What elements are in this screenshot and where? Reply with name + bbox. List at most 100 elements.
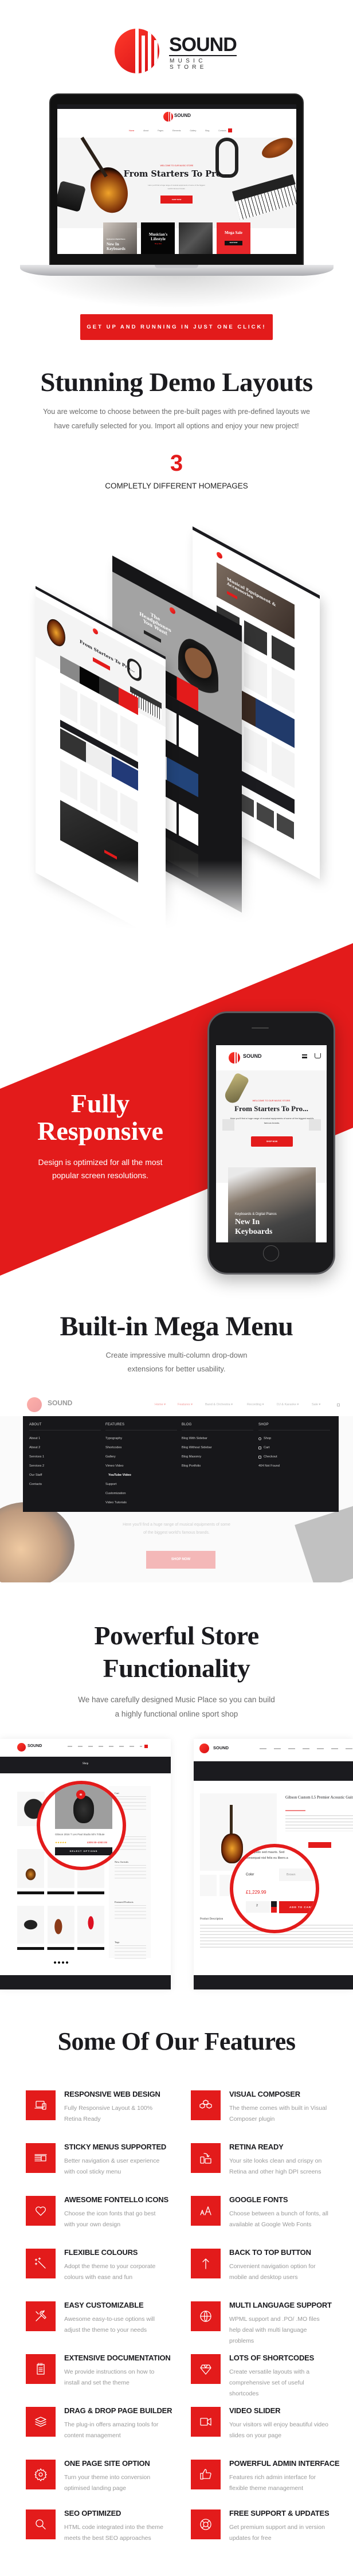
- get-started-button[interactable]: GET UP AND RUNNING IN JUST ONE CLICK!: [80, 314, 273, 340]
- hero-banner: WELCOME TO OUR MUSIC STORE From Starters…: [57, 134, 296, 228]
- mega-nav-item[interactable]: Home ▾: [155, 1403, 166, 1406]
- sidebar-widget-title: Featured Products: [115, 1901, 134, 1903]
- mega-menu-item[interactable]: Shortcodes: [105, 1446, 121, 1449]
- mega-menu-dropdown: ABOUT About 1 About 2 Services 1 Services 2 O…: [23, 1416, 339, 1512]
- mega-menu-item[interactable]: 404 Not Found: [258, 1464, 280, 1468]
- tile-musicians-lifestyle[interactable]: Musician's Lifestyle Shop Now: [141, 222, 175, 254]
- checkout-icon: [258, 1456, 261, 1459]
- nav-item[interactable]: Gallery: [190, 130, 196, 132]
- notepad-icon: [26, 2354, 56, 2384]
- feature-title: BACK TO TOP BUTTON: [229, 2248, 311, 2257]
- phone-shop-now-button[interactable]: SHOP NOW: [251, 1136, 293, 1147]
- quantity-up-button[interactable]: [271, 1901, 277, 1907]
- mega-menu-item[interactable]: About 1: [29, 1437, 40, 1440]
- feature-desc: The plug-in offers amazing tools for con…: [64, 2421, 159, 2439]
- mega-nav-item[interactable]: Features ▾: [178, 1403, 193, 1406]
- mega-nav-item[interactable]: Band & Orchestra ▾: [205, 1403, 233, 1406]
- sidebar-widget-title: Cart: [115, 1792, 119, 1795]
- phone-hero: WELCOME TO OUR MUSIC STORE From Starters…: [216, 1070, 327, 1183]
- shop-footer: [0, 1975, 171, 1989]
- link-icon[interactable]: ⚭: [76, 1790, 85, 1799]
- demos-title: Stunning Demo Layouts: [40, 368, 313, 397]
- product-page-screenshot: SOUND Gibson Custom L5 Premier Acoustic …: [194, 1739, 353, 1989]
- nav-cart-icon[interactable]: [228, 128, 232, 132]
- feature-desc: Fully Responsive Layout & 100% Retina Re…: [64, 2105, 153, 2122]
- mega-menu-item[interactable]: Blog With Sidebar: [182, 1437, 207, 1440]
- shop-icon: [258, 1437, 261, 1440]
- feature-title: DRAG & DROP PAGE BUILDER: [64, 2406, 172, 2415]
- nav-item[interactable]: Blog: [205, 130, 209, 132]
- mega-column-heading: ABOUT: [29, 1423, 42, 1426]
- nav-item[interactable]: Pages: [158, 130, 163, 132]
- mega-menu-item[interactable]: Cart: [264, 1446, 270, 1449]
- mega-menu-item[interactable]: Customization: [105, 1492, 125, 1495]
- phone-brand: SOUND: [243, 1053, 262, 1059]
- feature-desc: Features rich admin interface for flexib…: [229, 2474, 316, 2492]
- mega-menu-item[interactable]: Our Staff: [29, 1473, 42, 1477]
- demos-desc-2: have carefully selected for you. Import …: [54, 422, 299, 430]
- mega-nav-item[interactable]: Sale ▾: [312, 1403, 320, 1406]
- mega-menu-item[interactable]: Services 1: [29, 1455, 44, 1459]
- mega-menu-item[interactable]: Typography: [105, 1437, 122, 1440]
- feature-title: AWESOME FONTELLO ICONS: [64, 2195, 168, 2204]
- mega-cart-icon[interactable]: [337, 1404, 340, 1406]
- select-options-button[interactable]: SELECT OPTIONS: [55, 1847, 112, 1855]
- nav-item[interactable]: About: [143, 130, 148, 132]
- product-guitar-image: [73, 1796, 94, 1823]
- gear-icon: [26, 2460, 56, 2489]
- feature-desc: WPML support and .PO/ .MO files help dea…: [229, 2316, 320, 2344]
- feature-desc: Get premium support and in version updat…: [229, 2524, 325, 2542]
- feature-desc: Choose between a bunch of fonts, all ava…: [229, 2210, 328, 2228]
- hero-shop-now-button[interactable]: SHOP NOW: [160, 196, 193, 204]
- mega-menu-item[interactable]: Video Tutorials: [105, 1501, 127, 1504]
- mega-nav-item[interactable]: Recording ▾: [247, 1403, 264, 1406]
- nav-item[interactable]: Contacts: [218, 130, 226, 132]
- rating-stars: ★★★★★: [55, 1841, 67, 1844]
- lifebuoy-icon: [191, 2509, 221, 2539]
- nav-item[interactable]: Home: [129, 130, 134, 132]
- feature-title: ONE PAGE SITE OPTION: [64, 2459, 150, 2468]
- mega-menu-item[interactable]: Shop: [264, 1437, 271, 1440]
- rotate-devices-icon: [191, 2143, 221, 2173]
- widget-content: [115, 1948, 146, 1959]
- mega-menu-item[interactable]: Contacts: [29, 1483, 42, 1486]
- cart-icon[interactable]: [315, 1053, 321, 1058]
- mega-menu-item[interactable]: Vimeo Video: [105, 1464, 124, 1468]
- tile-mega-sale[interactable]: Mega Sale SHOP NOW: [217, 222, 250, 254]
- feature-title: GOOGLE FONTS: [229, 2195, 288, 2204]
- divider: [115, 1865, 146, 1866]
- tile-accessories[interactable]: [179, 222, 213, 254]
- mega-menu-item[interactable]: Blog Without Sidebar: [182, 1446, 212, 1449]
- diamond-icon: [191, 2354, 221, 2384]
- color-select[interactable]: [279, 1869, 316, 1881]
- mega-menu-item[interactable]: Blog Masonry: [182, 1455, 201, 1459]
- mega-menu-item[interactable]: Checkout: [264, 1455, 277, 1459]
- magnifier-add-to-cart: ...pisto sed mauris. Sed consequat nisl …: [230, 1844, 319, 1933]
- feature-title: RETINA READY: [229, 2143, 284, 2151]
- tile-new-in-keyboards[interactable]: Keyboards & Digital Pianos New In Keyboa…: [103, 222, 137, 254]
- mega-menu-item[interactable]: YouTube Video: [108, 1473, 131, 1477]
- mega-menu-item[interactable]: Gallery: [105, 1455, 116, 1459]
- devices-icon: [26, 2090, 56, 2120]
- brand-name: SOUND: [169, 34, 237, 56]
- pagination[interactable]: [54, 1961, 69, 1964]
- mega-nav-item[interactable]: DJ & Karaoke ▾: [277, 1403, 299, 1406]
- feature-title: RESPONSIVE WEB DESIGN: [64, 2090, 160, 2098]
- magic-wand-icon: [26, 2249, 56, 2278]
- cart-icon: [258, 1447, 261, 1449]
- mega-menu-item[interactable]: Blog Portfolio: [182, 1464, 201, 1468]
- mega-menu-item[interactable]: Support: [105, 1483, 117, 1486]
- phone-screen: SOUND WELCOME TO OUR MUSIC STORE From St…: [216, 1045, 327, 1242]
- quantity-down-button[interactable]: [271, 1907, 277, 1913]
- mega-shop-now-button[interactable]: SHOP NOW: [146, 1551, 215, 1569]
- mega-menu-item[interactable]: Services 2: [29, 1464, 44, 1468]
- add-to-cart-button[interactable]: ADD TO CART: [279, 1901, 316, 1913]
- hamburger-menu-icon[interactable]: [302, 1054, 307, 1058]
- product-title: Gibson Custom L5 Premier Acoustic Guitar: [285, 1795, 353, 1800]
- phone-tile-keyboards[interactable]: Keyboards & Digital Pianos New In Keyboa…: [228, 1167, 316, 1242]
- nav-item[interactable]: Elements: [172, 130, 181, 132]
- feature-desc: Your site looks clean and crispy on Reti…: [229, 2157, 322, 2175]
- screen-nav: Home About Pages Elements Gallery Blog Contact…: [129, 130, 226, 132]
- mega-mixer-image: [295, 1505, 353, 1582]
- mega-menu-item[interactable]: About 2: [29, 1446, 40, 1449]
